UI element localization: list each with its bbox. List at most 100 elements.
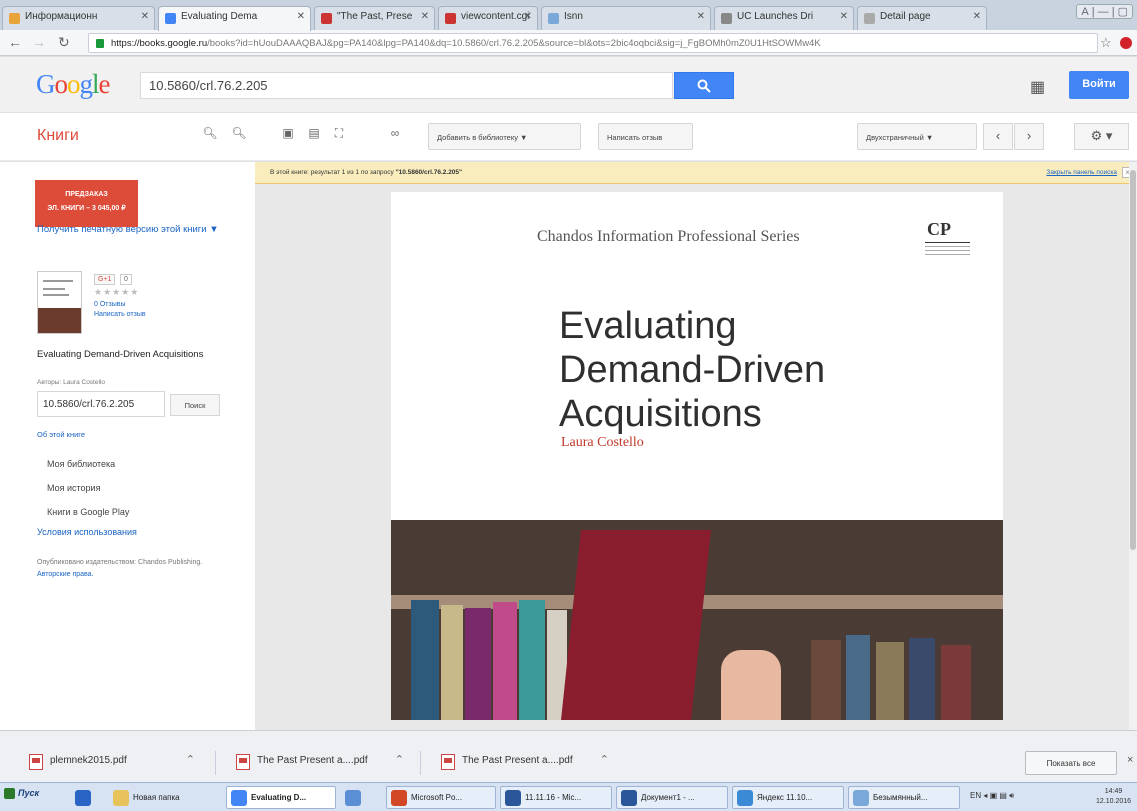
download-filename: The Past Present a....pdf xyxy=(462,755,573,766)
tab-label: Detail page xyxy=(880,11,931,22)
google-logo[interactable]: Google xyxy=(36,69,110,100)
reload-icon[interactable]: ↻ xyxy=(58,34,70,51)
tab-close-icon[interactable]: ✕ xyxy=(297,11,305,22)
fullscreen-icon[interactable]: ⛶ xyxy=(328,126,350,146)
logo-letter: G xyxy=(36,69,55,99)
copyright-link[interactable]: Авторские права. xyxy=(37,571,94,578)
tab-close-icon[interactable]: ✕ xyxy=(141,11,149,22)
window-controls[interactable]: А | — | ▢ xyxy=(1076,4,1133,19)
rating-stars[interactable]: ★★★★★ xyxy=(94,287,139,298)
chevron-up-icon[interactable]: ⌃ xyxy=(186,753,195,766)
link-icon[interactable]: ∞ xyxy=(384,126,406,146)
screen: Информационн ✕ Evaluating Dema ✕ "The Pa… xyxy=(0,0,1137,811)
taskbar-item[interactable]: Документ1 - ... xyxy=(616,786,728,809)
taskbar-item[interactable]: Microsoft Po... xyxy=(386,786,496,809)
preorder-button[interactable]: ПРЕДЗАКАЗ ЭЛ. КНИГИ – 3 045,00 ₽ xyxy=(35,180,138,227)
cover-photo xyxy=(391,520,1003,720)
tray-icons[interactable]: ◂ ▣ ▤ 🔊︎ xyxy=(983,791,1014,800)
single-page-icon[interactable]: ▣ xyxy=(277,126,299,146)
view-mode-select[interactable]: Двухстраничный ▼ xyxy=(857,123,977,150)
books-title[interactable]: Книги xyxy=(37,127,79,145)
clock-time: 14:49 xyxy=(1104,788,1123,795)
taskbar-item[interactable]: 11.11.16 - Mic... xyxy=(500,786,612,809)
back-arrow-icon[interactable]: ← xyxy=(8,34,22,50)
browser-tab[interactable]: Информационн ✕ xyxy=(2,6,155,30)
taskbar-item[interactable] xyxy=(340,786,374,809)
tab-close-icon[interactable]: ✕ xyxy=(524,11,532,22)
search-button[interactable] xyxy=(674,72,734,99)
taskbar-item[interactable] xyxy=(70,786,104,809)
search-result-notice: В этой книге: результат 1 из 1 по запрос… xyxy=(255,162,1137,184)
gplus-button[interactable]: G+1 xyxy=(94,274,116,285)
scrollbar-thumb[interactable] xyxy=(1130,170,1136,550)
folder-icon xyxy=(113,790,129,806)
nav-google-play[interactable]: Книги в Google Play xyxy=(47,507,129,517)
browser-tab[interactable]: Isnn ✕ xyxy=(541,6,711,30)
language-indicator[interactable]: EN xyxy=(970,791,981,800)
chevron-up-icon[interactable]: ⌃ xyxy=(600,753,609,766)
book-spine xyxy=(411,600,439,720)
nav-my-library[interactable]: Моя библиотека xyxy=(47,459,115,469)
forward-arrow-icon[interactable]: → xyxy=(32,34,46,50)
taskbar-item[interactable]: Яндекс 11.10... xyxy=(732,786,844,809)
zoom-in-icon[interactable]: 🔍︎ xyxy=(228,126,250,146)
download-item[interactable]: The Past Present a....pdf ⌃ xyxy=(232,751,404,773)
preorder-label: ПРЕДЗАКАЗ xyxy=(65,191,108,198)
settings-button[interactable]: ⚙ ▾ xyxy=(1074,123,1129,150)
in-book-search-input[interactable]: 10.5860/crl.76.2.205 xyxy=(37,391,165,417)
taskbar-item[interactable]: Безымянный... xyxy=(848,786,960,809)
terms-link[interactable]: Условия использования xyxy=(37,527,137,537)
extension-icon[interactable] xyxy=(1120,37,1132,49)
browser-tab[interactable]: viewcontent.cgi ✕ xyxy=(438,6,538,30)
address-bar: ← → ↻ https://books.google.ru/books?id=h… xyxy=(0,30,1137,56)
chevron-up-icon[interactable]: ⌃ xyxy=(395,753,404,766)
downloads-bar: plemnek2015.pdf ⌃ The Past Present a....… xyxy=(0,730,1137,782)
browser-tab[interactable]: "The Past, Prese ✕ xyxy=(314,6,435,30)
browser-tab-active[interactable]: Evaluating Dema ✕ xyxy=(158,6,311,31)
browser-tab[interactable]: UC Launches Dri ✕ xyxy=(714,6,854,30)
search-input[interactable]: 10.5860/crl.76.2.205 xyxy=(140,72,673,99)
tab-favicon-icon xyxy=(721,13,732,24)
in-book-search-button[interactable]: Поиск xyxy=(170,394,220,416)
start-button[interactable]: Пуск xyxy=(4,788,39,799)
next-page-button[interactable]: › xyxy=(1014,123,1044,150)
apps-grid-icon[interactable]: ▦ xyxy=(1030,77,1045,97)
clock[interactable]: 14:49 12.10.2016 xyxy=(1096,787,1131,807)
write-review-button[interactable]: Написать отзыв xyxy=(598,123,693,150)
tab-close-icon[interactable]: ✕ xyxy=(840,11,848,22)
signin-button[interactable]: Войти xyxy=(1069,71,1129,99)
word-icon xyxy=(505,790,521,806)
browser-tab[interactable]: Detail page ✕ xyxy=(857,6,987,30)
add-to-library-button[interactable]: Добавить в библиотеку ▼ xyxy=(428,123,581,150)
close-icon[interactable]: × xyxy=(1127,754,1133,766)
taskbar-item[interactable]: Новая папка xyxy=(108,786,220,809)
tab-close-icon[interactable]: ✕ xyxy=(697,11,705,22)
about-book-link[interactable]: Об этой книге xyxy=(37,430,85,439)
thumb-line xyxy=(43,280,73,282)
book-spine xyxy=(941,645,971,720)
nav-my-history[interactable]: Моя история xyxy=(47,483,100,493)
clock-date: 12.10.2016 xyxy=(1096,798,1132,805)
two-page-icon[interactable]: ▤ xyxy=(303,126,325,146)
url-field[interactable]: https://books.google.ru/books?id=hUouDAA… xyxy=(88,33,1098,53)
book-page[interactable]: Chandos Information Professional Series … xyxy=(391,192,1003,720)
close-search-link[interactable]: Закрыть панель поиска xyxy=(1046,169,1117,176)
download-filename: The Past Present a....pdf xyxy=(257,755,368,766)
print-version-link[interactable]: Получить печатную версию этой книги ▼ xyxy=(37,224,227,236)
write-review-link[interactable]: Написать отзыв xyxy=(94,311,146,318)
download-item[interactable]: The Past Present a....pdf ⌃ xyxy=(437,751,609,773)
tab-close-icon[interactable]: ✕ xyxy=(973,11,981,22)
taskbar-item-active[interactable]: Evaluating D... xyxy=(226,786,336,809)
prev-page-button[interactable]: ‹ xyxy=(983,123,1013,150)
divider xyxy=(420,751,421,775)
publisher-logo-lines xyxy=(925,242,970,255)
cover-author: Laura Costello xyxy=(561,435,644,450)
bookmark-star-icon[interactable]: ☆ xyxy=(1100,35,1112,51)
zoom-out-icon[interactable]: 🔍︎ xyxy=(199,126,221,146)
powerpoint-icon xyxy=(391,790,407,806)
tab-close-icon[interactable]: ✕ xyxy=(421,11,429,22)
reviews-link[interactable]: 0 Отзывы xyxy=(94,301,125,308)
download-item[interactable]: plemnek2015.pdf ⌃ xyxy=(25,751,195,773)
show-all-downloads-button[interactable]: Показать все xyxy=(1025,751,1117,775)
book-cover-thumbnail[interactable] xyxy=(37,271,82,334)
